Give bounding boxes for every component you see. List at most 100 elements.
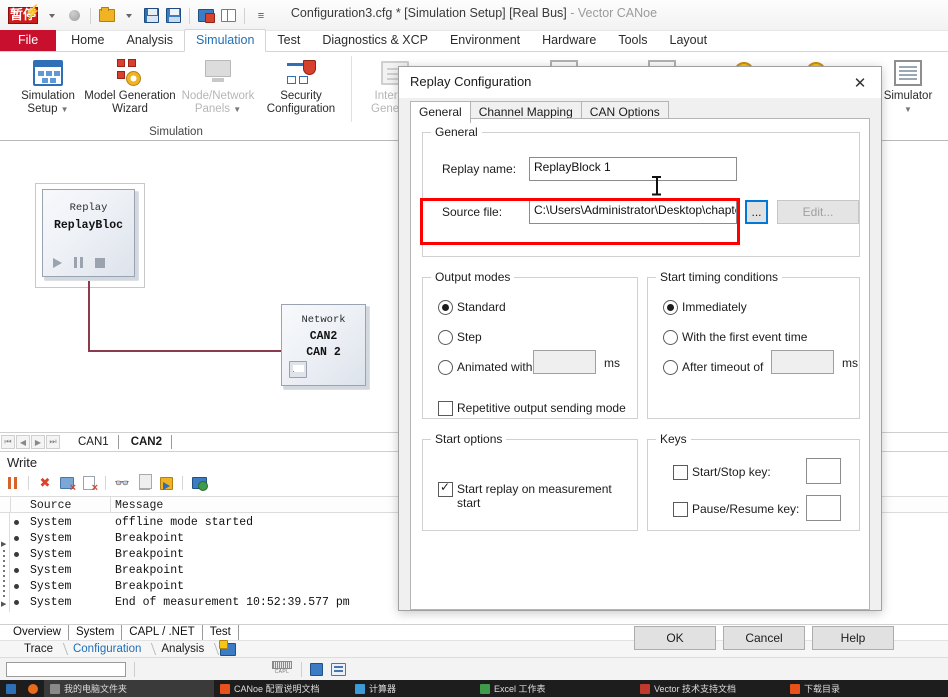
- write-tab-test[interactable]: Test: [203, 625, 239, 640]
- animated-interval-input[interactable]: [533, 350, 596, 374]
- taskbar-start-button[interactable]: [0, 680, 22, 697]
- write-tab-system[interactable]: System: [69, 625, 123, 640]
- taskbar-item[interactable]: [22, 680, 44, 697]
- play-icon[interactable]: [53, 257, 62, 268]
- ribbon-button-model-generation-wizard[interactable]: Model Generation Wizard: [82, 56, 178, 116]
- ribbon-tab-tools[interactable]: Tools: [607, 30, 658, 51]
- taskbar-item[interactable]: Vector 技术支持文档: [634, 680, 784, 697]
- desk-tab-label: Analysis: [161, 643, 205, 655]
- ribbon-tab-layout[interactable]: Layout: [659, 30, 719, 51]
- status-input[interactable]: [6, 661, 126, 677]
- cube-icon[interactable]: [310, 662, 323, 676]
- stop-icon[interactable]: [95, 257, 105, 268]
- source-file-input[interactable]: C:\Users\Administrator\Desktop\chapter4\…: [529, 200, 737, 224]
- ribbon-tab-hardware[interactable]: Hardware: [531, 30, 607, 51]
- ribbon-button-node-network-panels[interactable]: Node/Network Panels ▼: [170, 56, 266, 116]
- ribbon-tab-test[interactable]: Test: [266, 30, 311, 51]
- row-source: System: [30, 516, 72, 529]
- pause-resume-key-input[interactable]: [806, 495, 841, 521]
- ribbon-tab-analysis[interactable]: Analysis: [116, 30, 185, 51]
- write-tab-overview[interactable]: Overview: [6, 624, 69, 641]
- radio-start-first-event-time[interactable]: With the first event time: [663, 330, 807, 345]
- window-title-main: Configuration3.cfg * [Simulation Setup] …: [290, 6, 567, 20]
- note-icon[interactable]: [331, 662, 346, 676]
- checkbox-repetitive-output[interactable]: Repetitive output sending mode: [438, 401, 626, 416]
- dialog-tab-general[interactable]: General: [410, 101, 471, 123]
- taskbar-item[interactable]: 下载目录: [784, 680, 846, 697]
- tab-nav-prev[interactable]: ◀: [16, 435, 30, 449]
- ribbon-tab-file[interactable]: File: [0, 30, 57, 51]
- tab-nav-first[interactable]: ⏮: [1, 435, 15, 449]
- browse-source-file-button[interactable]: ...: [745, 200, 768, 224]
- measurement-tab-can2[interactable]: CAN2: [119, 435, 172, 449]
- add-desk-icon[interactable]: [219, 639, 237, 656]
- replay-block[interactable]: Replay ReplayBloc: [42, 189, 135, 277]
- copy-button[interactable]: [136, 476, 152, 491]
- clear-window-button[interactable]: [59, 476, 75, 491]
- pause-icon[interactable]: [74, 257, 83, 268]
- desk-tab-label: Trace: [24, 643, 53, 655]
- ribbon-tab-diagnostics-xcp[interactable]: Diagnostics & XCP: [311, 30, 439, 51]
- find-button[interactable]: 👓: [114, 476, 130, 491]
- help-button[interactable]: Help: [812, 626, 894, 650]
- page-x-icon: [83, 476, 95, 490]
- write-tab-capl-net[interactable]: CAPL / .NET: [122, 625, 203, 640]
- ribbon-tab-environment[interactable]: Environment: [439, 30, 531, 51]
- start-stop-key-input[interactable]: [806, 458, 841, 484]
- radio-start-after-timeout[interactable]: After timeout of: [663, 360, 763, 375]
- desk-tab-trace[interactable]: Trace: [14, 643, 69, 655]
- radio-output-standard[interactable]: Standard: [438, 300, 506, 315]
- pause-output-button[interactable]: [4, 476, 20, 491]
- ribbon-tab-bar[interactable]: File Home Analysis Simulation Test Diagn…: [0, 29, 948, 52]
- checkbox-start-stop-key[interactable]: Start/Stop key:: [673, 465, 771, 480]
- windows-taskbar[interactable]: 我的电脑文件夹 CANoe 配置说明文档 计算器 Excel 工作表 Vecto…: [0, 680, 948, 697]
- ribbon-group-label: Simulation: [149, 126, 203, 138]
- clear-icon: [60, 477, 74, 489]
- checkbox-pause-resume-key[interactable]: Pause/Resume key:: [673, 502, 799, 517]
- measurement-tab-can1[interactable]: CAN1: [66, 435, 119, 449]
- desk-tab-analysis[interactable]: Analysis: [151, 643, 220, 655]
- row-bullet-icon: [14, 536, 19, 541]
- checkbox-start-replay-on-measurement-start[interactable]: Start replay on measurement start: [438, 480, 637, 510]
- row-message: Breakpoint: [115, 548, 185, 561]
- radio-output-step[interactable]: Step: [438, 330, 482, 345]
- ribbon-tab-simulation[interactable]: Simulation: [184, 29, 267, 52]
- connection-wire-horizontal: [88, 350, 283, 352]
- replay-transport-controls[interactable]: [53, 257, 105, 268]
- radio-start-immediately[interactable]: Immediately: [663, 300, 747, 315]
- timeout-input[interactable]: [771, 350, 834, 374]
- write-toolbar[interactable]: ✖ 👓: [4, 474, 208, 492]
- ribbon-label-line1: Model Generation: [84, 90, 176, 102]
- replay-name-input[interactable]: ReplayBlock 1: [529, 157, 737, 181]
- tab-nav-last[interactable]: ⏭: [46, 435, 60, 449]
- pause-icon: [7, 477, 17, 489]
- ribbon-label-line2: Setup: [27, 103, 58, 115]
- status-bar: CAPL: [0, 657, 948, 680]
- radio-output-animated[interactable]: Animated with: [438, 360, 532, 375]
- save-as-button[interactable]: [158, 476, 174, 491]
- taskbar-item[interactable]: CANoe 配置说明文档: [214, 680, 349, 697]
- write-source-tab-bar[interactable]: Overview System CAPL / .NET Test: [0, 624, 948, 641]
- cancel-button[interactable]: Cancel: [723, 626, 805, 650]
- ribbon-button-security-configuration[interactable]: Security Configuration: [253, 56, 349, 116]
- chevron-down-icon: ▼: [233, 105, 242, 114]
- taskbar-item[interactable]: 我的电脑文件夹: [44, 680, 214, 697]
- taskbar-item[interactable]: Excel 工作表: [474, 680, 634, 697]
- row-source: System: [30, 548, 72, 561]
- clear-file-button[interactable]: [81, 476, 97, 491]
- stop-button[interactable]: ✖: [37, 476, 53, 491]
- network-block[interactable]: Network CAN2 CAN 2: [281, 304, 366, 386]
- row-message: Breakpoint: [115, 564, 185, 577]
- desk-tab-bar[interactable]: Trace Configuration Analysis: [0, 639, 948, 657]
- row-bullet-icon: [14, 584, 19, 589]
- taskbar-item[interactable]: 计算器: [349, 680, 474, 697]
- tab-nav-next[interactable]: ▶: [31, 435, 45, 449]
- export-html-button[interactable]: [191, 476, 208, 491]
- row-source: System: [30, 580, 72, 593]
- close-icon[interactable]: ✕: [839, 67, 881, 98]
- ribbon-tab-home[interactable]: Home: [60, 30, 115, 51]
- desk-tab-configuration[interactable]: Configuration: [63, 643, 157, 655]
- edit-source-file-button[interactable]: Edit...: [777, 200, 859, 224]
- capl-icon: CAPL: [271, 661, 293, 677]
- ok-button[interactable]: OK: [634, 626, 716, 650]
